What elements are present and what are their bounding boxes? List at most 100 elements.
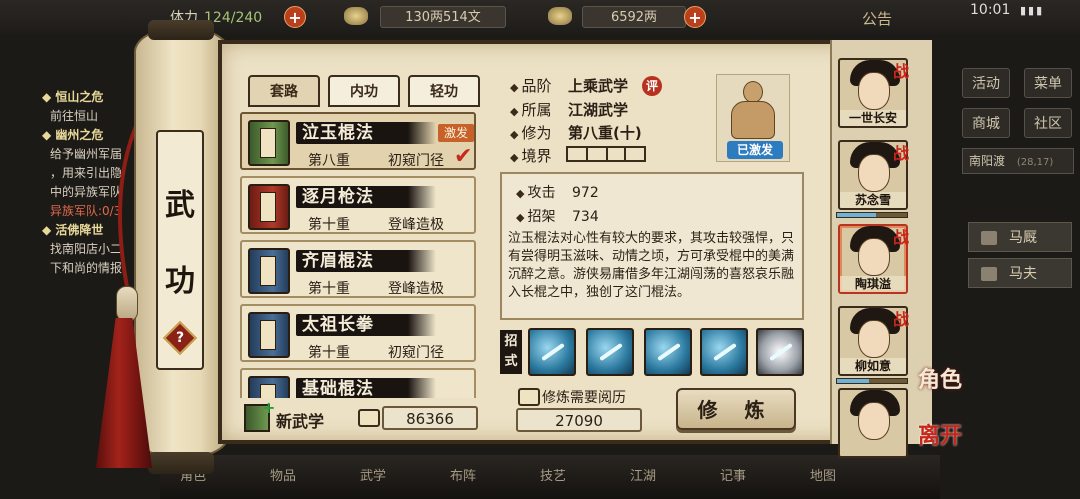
scroll-cap-bottom xyxy=(148,452,214,474)
tab-inner-power[interactable]: 内功 xyxy=(328,75,400,107)
person-icon xyxy=(981,267,997,281)
shop-button[interactable]: 商城 xyxy=(962,108,1010,138)
skill-card[interactable]: 太祖长拳 第十重 初窥门径 xyxy=(240,304,476,362)
train-button[interactable]: 修 炼 xyxy=(676,388,796,430)
diamond-icon: ◆ xyxy=(510,151,519,164)
move-icon-3[interactable] xyxy=(644,328,692,376)
title-char: 武 xyxy=(165,188,195,223)
skill-description-box: ◆ 攻击 972 ◆ 招架 734 泣玉棍法对心性有较大的要求，其攻击较强悍，只有尝得明… xyxy=(500,172,804,320)
nav-journal[interactable]: 记事 xyxy=(720,465,746,484)
face xyxy=(858,402,890,440)
book-icon xyxy=(248,248,290,294)
diamond-icon: ◆ xyxy=(510,128,519,141)
character-name: 苏念雪 xyxy=(840,192,906,208)
cultivation-label: 修为 xyxy=(521,124,552,142)
battle-tag: 战 xyxy=(892,228,909,247)
skill-card[interactable]: 泣玉棍法 第八重 初窥门径 激发 ✔ xyxy=(240,112,476,170)
signal-battery-icon: ▮▮▮ xyxy=(1020,4,1045,17)
scroll-cap-top xyxy=(148,20,214,40)
tab-routines[interactable]: 套路 xyxy=(248,75,320,107)
tab-lightness[interactable]: 轻功 xyxy=(408,75,480,107)
attack-row: ◆ 攻击 972 xyxy=(516,185,599,201)
cultivation-value: 第八重(十) xyxy=(568,124,642,142)
move-icon-1[interactable] xyxy=(528,328,576,376)
review-button[interactable]: 评 xyxy=(642,76,662,96)
activity-button[interactable]: 活动 xyxy=(962,68,1010,98)
skill-list[interactable]: 泣玉棍法 第八重 初窥门径 激发 ✔ 逐月枪法 第十重 登峰造极 齐眉棍法 第十… xyxy=(240,112,480,398)
skill-rank: 登峰造极 xyxy=(388,281,444,297)
nav-martial[interactable]: 武学 xyxy=(360,465,386,484)
diamond-icon: ◆ xyxy=(516,211,525,224)
diamond-icon: ◆ xyxy=(510,81,519,94)
skill-name: 基础棍法 xyxy=(302,379,374,398)
skill-description: 泣玉棍法对心性有较大的要求，其攻击较强悍，只有尝得明玉滋味、动情之顷，方可承受棍… xyxy=(508,231,795,300)
diamond-icon: ◆ xyxy=(516,187,525,200)
skill-card[interactable]: 齐眉棍法 第十重 登峰造极 xyxy=(240,240,476,298)
skill-rank: 初窥门径 xyxy=(388,153,444,169)
new-skill-label: 新武学 xyxy=(276,412,325,431)
nav-items[interactable]: 物品 xyxy=(270,465,296,484)
skill-rank: 初窥门径 xyxy=(388,345,444,361)
leave-button[interactable]: 离开 xyxy=(916,418,964,450)
monk-body xyxy=(731,101,775,139)
nav-formation[interactable]: 布阵 xyxy=(450,465,476,484)
skill-name: 泣玉棍法 xyxy=(302,123,374,143)
skill-portrait: 已激发 xyxy=(716,74,790,162)
plus-icon: + xyxy=(262,398,276,417)
book-icon xyxy=(248,376,290,398)
community-button[interactable]: 社区 xyxy=(1024,108,1072,138)
skill-card[interactable]: 基础棍法 xyxy=(240,368,476,398)
clock: 10:01 xyxy=(970,2,1011,18)
health-bar xyxy=(836,212,908,218)
stamina-plus-button[interactable]: + xyxy=(284,6,306,28)
character-portrait[interactable] xyxy=(838,388,908,458)
open-book-icon xyxy=(358,409,380,427)
character-name: 一世长安 xyxy=(840,110,906,126)
nav-jianghu[interactable]: 江湖 xyxy=(630,465,656,484)
move-icon-4[interactable] xyxy=(700,328,748,376)
face xyxy=(858,154,890,192)
gold-ingot-icon xyxy=(548,7,572,25)
groom-entry[interactable]: 马夫 xyxy=(968,258,1072,288)
attack-value: 972 xyxy=(572,185,599,201)
move-icon-5[interactable] xyxy=(756,328,804,376)
train-requirement-label: 修炼需要阅历 xyxy=(542,390,626,406)
skill-level: 第八重 xyxy=(308,153,350,169)
check-icon: ✔ xyxy=(454,144,473,169)
experience-points: 86366 xyxy=(382,406,478,430)
tassel-knot xyxy=(116,286,138,322)
location-name: 南阳渡 xyxy=(969,154,1006,168)
location-coords: (28,17) xyxy=(1016,157,1054,168)
faction-label: 所属 xyxy=(521,101,552,119)
battle-tag: 战 xyxy=(892,144,909,163)
stable-entry[interactable]: 马厩 xyxy=(968,222,1072,252)
gold-money: 6592两 xyxy=(582,6,686,28)
skill-card[interactable]: 逐月枪法 第十重 登峰造极 xyxy=(240,176,476,234)
realm-label: 境界 xyxy=(521,147,552,165)
nav-map[interactable]: 地图 xyxy=(810,465,836,484)
title-char: 功 xyxy=(165,264,195,299)
face xyxy=(858,238,890,276)
location-bar[interactable]: 南阳渡 (28,17) xyxy=(962,148,1074,174)
moves-label: 招式 xyxy=(500,330,522,374)
silver-coin-icon xyxy=(344,7,368,25)
faction-value: 江湖武学 xyxy=(568,101,629,119)
skill-name: 逐月枪法 xyxy=(302,187,374,207)
skill-name: 太祖长拳 xyxy=(302,315,374,335)
role-tab[interactable]: 角色 xyxy=(916,362,964,394)
health-bar xyxy=(836,378,908,384)
face xyxy=(858,72,890,110)
notice-button[interactable]: 公告 xyxy=(862,8,892,29)
menu-button[interactable]: 菜单 xyxy=(1024,68,1072,98)
bottom-nav: 角色 物品 武学 布阵 技艺 江湖 记事 地图 xyxy=(160,455,940,499)
silver-money: 130两514文 xyxy=(380,6,506,28)
nav-skills[interactable]: 技艺 xyxy=(540,465,566,484)
skill-level: 第十重 xyxy=(308,281,350,297)
gold-plus-button[interactable]: + xyxy=(684,6,706,28)
book-icon xyxy=(248,312,290,358)
diamond-icon: ◆ xyxy=(510,105,519,118)
realm-slots xyxy=(566,146,646,162)
parry-row: ◆ 招架 734 xyxy=(516,209,599,225)
move-icon-2[interactable] xyxy=(586,328,634,376)
parry-value: 734 xyxy=(572,209,599,225)
